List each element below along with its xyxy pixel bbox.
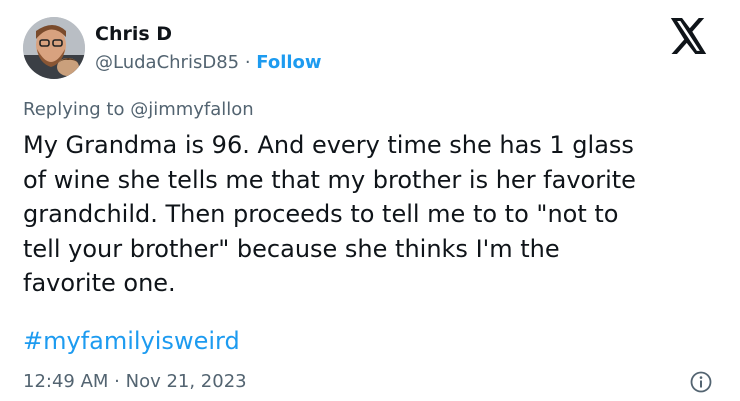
avatar-image xyxy=(23,17,85,79)
replying-to: Replying to @jimmyfallon xyxy=(23,98,254,122)
reply-mention-link[interactable]: @jimmyfallon xyxy=(130,99,254,120)
author-name[interactable]: Chris D xyxy=(95,22,172,46)
x-logo-icon[interactable] xyxy=(670,18,708,54)
hashtag-link[interactable]: #myfamilyisweird xyxy=(23,325,240,357)
tweet-card: Chris D @LudaChrisD85 · Follow Replying … xyxy=(0,0,740,401)
tweet-text: My Grandma is 96. And every time she has… xyxy=(23,131,636,297)
replying-prefix: Replying to xyxy=(23,99,131,120)
info-icon[interactable] xyxy=(689,370,713,394)
follow-button[interactable]: Follow xyxy=(256,52,321,73)
author-meta: @LudaChrisD85 · Follow xyxy=(95,51,322,75)
tweet-timestamp[interactable]: 12:49 AM · Nov 21, 2023 xyxy=(23,370,247,394)
author-handle[interactable]: @LudaChrisD85 xyxy=(95,52,239,73)
avatar[interactable] xyxy=(23,17,85,79)
meta-separator: · xyxy=(239,52,257,73)
